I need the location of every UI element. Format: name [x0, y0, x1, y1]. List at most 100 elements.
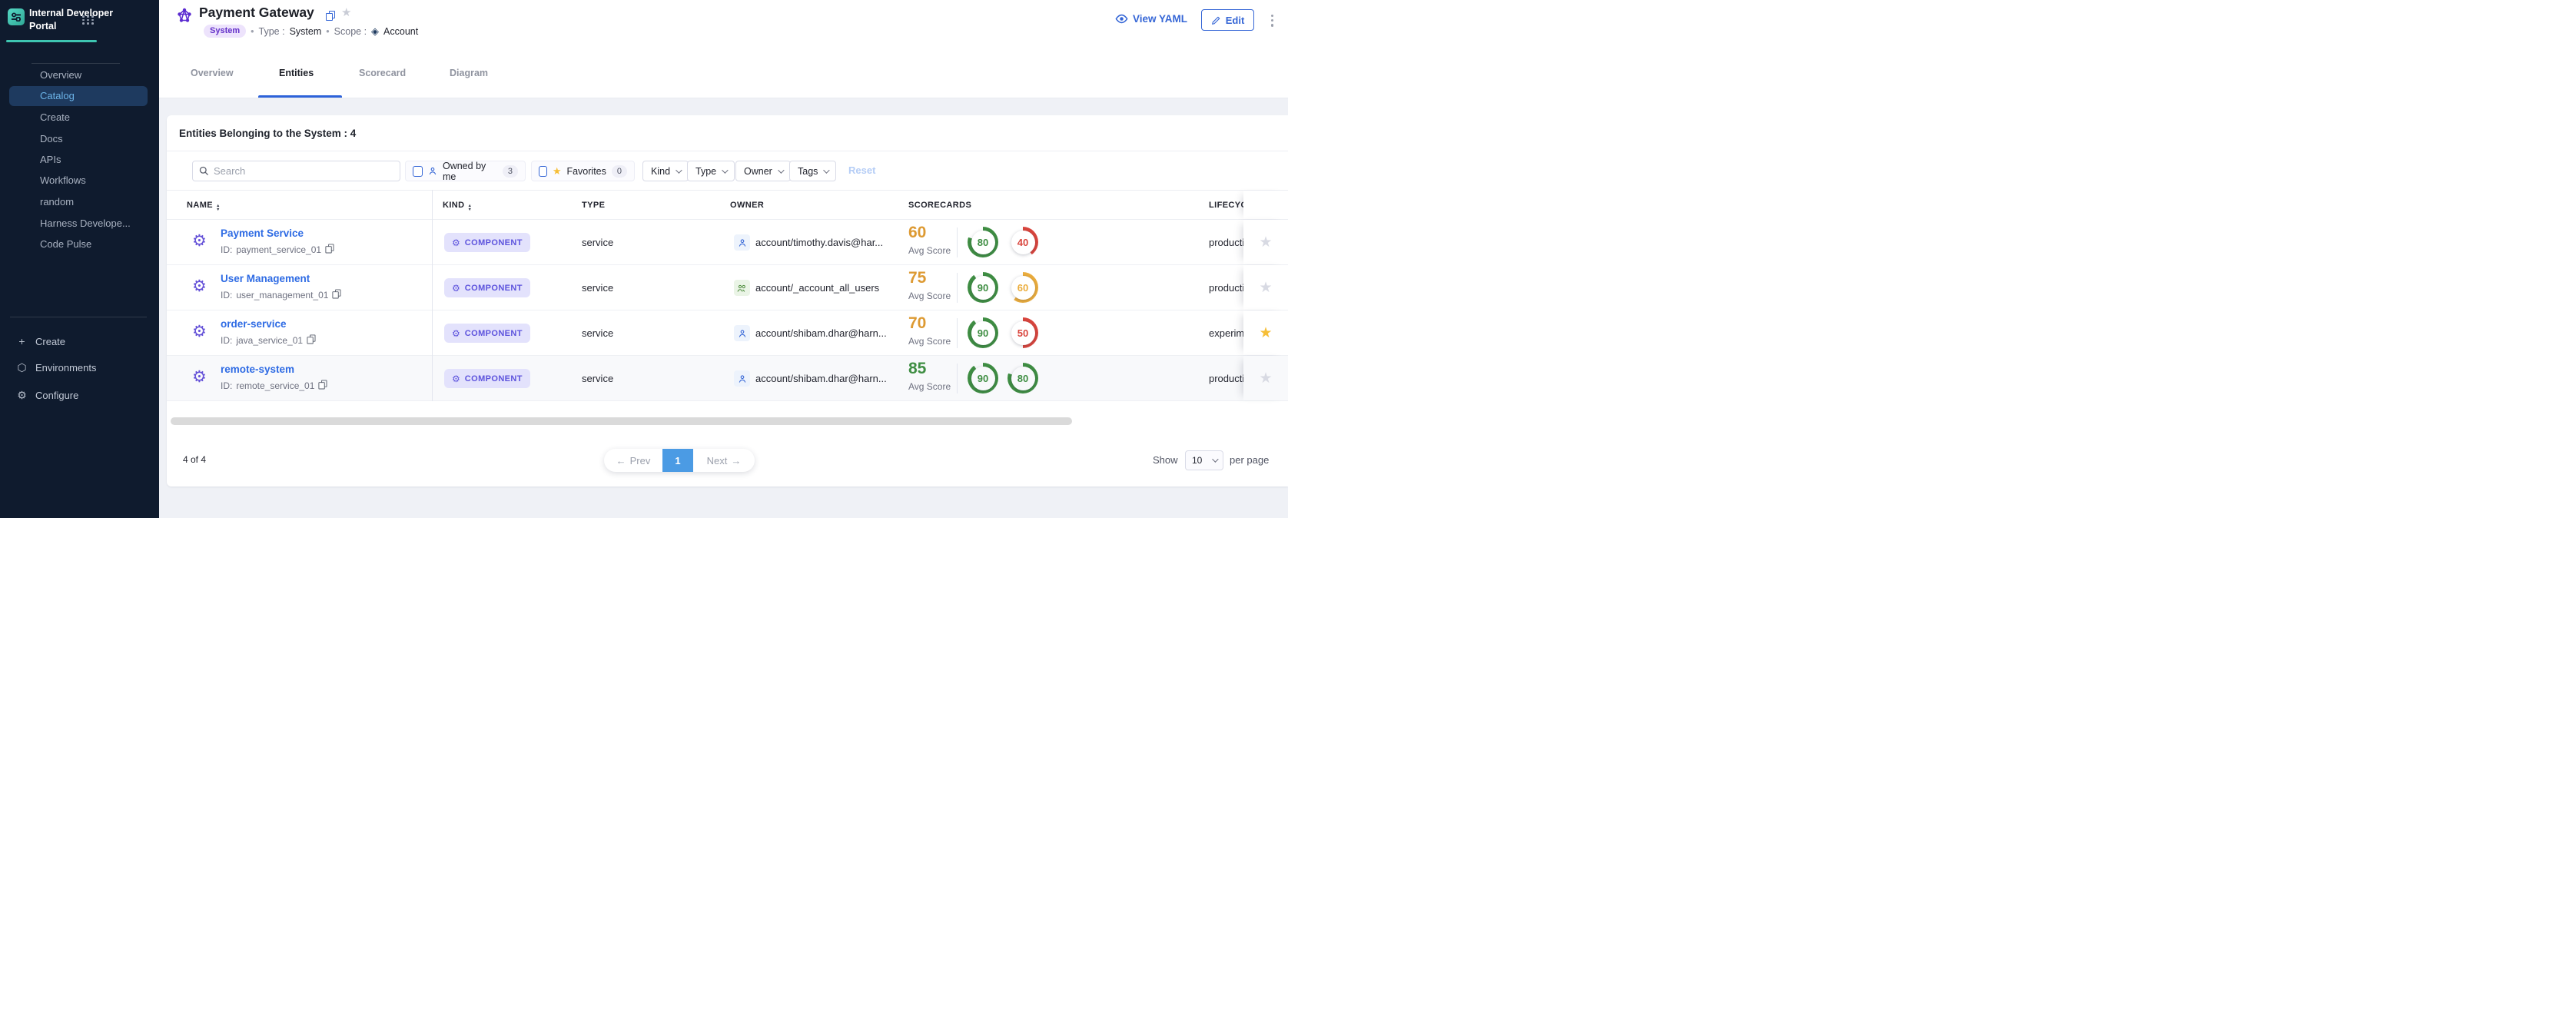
- harness-idp-logo[interactable]: [8, 8, 25, 25]
- sidebar-item-code-pulse[interactable]: Code Pulse: [40, 238, 91, 251]
- entity-name-link[interactable]: User Management: [221, 273, 310, 284]
- favorite-star-cell: ★: [1243, 356, 1288, 400]
- tags-dropdown[interactable]: Tags: [789, 161, 836, 181]
- component-gear-icon: ⚙: [192, 277, 207, 296]
- sidebar-item-workflows[interactable]: Workflows: [40, 174, 86, 187]
- owner-user-icon: [734, 370, 750, 387]
- view-yaml-button[interactable]: View YAML: [1115, 13, 1187, 25]
- show-label: Show: [1153, 454, 1178, 466]
- sidebar-item-create-new[interactable]: + Create: [16, 335, 65, 347]
- chevron-down-icon: [1212, 456, 1218, 462]
- tab-scorecard[interactable]: Scorecard: [359, 68, 406, 78]
- sidebar-item-docs[interactable]: Docs: [40, 133, 63, 145]
- favorite-star-icon[interactable]: ★: [1259, 371, 1272, 386]
- favorite-star-cell: ★: [1243, 265, 1288, 310]
- search-box: [192, 161, 400, 181]
- table-row[interactable]: ⚙ User Management ID:user_management_01 …: [167, 265, 1288, 310]
- lifecycle-cell: experiment: [1209, 327, 1243, 339]
- sidebar-item-apis[interactable]: APIs: [40, 154, 61, 166]
- copy-id-icon[interactable]: [318, 380, 327, 391]
- arrow-left-icon: ←: [616, 455, 626, 467]
- sidebar-item-random[interactable]: random: [40, 196, 74, 208]
- tab-diagram[interactable]: Diagram: [450, 68, 488, 78]
- tab-overview[interactable]: Overview: [191, 68, 234, 78]
- type-cell: service: [582, 373, 613, 384]
- sidebar-divider-top: [32, 63, 120, 64]
- scorecard-ring: 60: [1007, 272, 1038, 303]
- scorecard-ring: 90: [968, 317, 998, 348]
- copy-id-icon[interactable]: [307, 334, 315, 346]
- scorecard-ring: 90: [968, 363, 998, 393]
- favorite-star-cell: ★: [1243, 310, 1288, 355]
- current-page-button[interactable]: 1: [662, 449, 693, 472]
- sidebar-active-highlight: [9, 86, 148, 106]
- kind-badge: System: [204, 25, 246, 38]
- table-row[interactable]: ⚙ remote-system ID:remote_service_01 ⚙ C…: [167, 356, 1288, 401]
- arrow-right-icon: →: [731, 455, 741, 467]
- plus-icon: +: [16, 335, 28, 347]
- entity-name-link[interactable]: order-service: [221, 318, 287, 330]
- type-cell: service: [582, 327, 613, 339]
- app-switcher-icon[interactable]: [82, 15, 95, 25]
- app-root: Internal Developer Portal Overview Catal…: [0, 0, 1288, 518]
- type-cell: service: [582, 237, 613, 248]
- type-dropdown[interactable]: Type: [687, 161, 735, 181]
- avg-score-label: Avg Score: [908, 381, 951, 392]
- sort-icon: ▲▼: [468, 204, 473, 211]
- table-row[interactable]: ⚙ Payment Service ID:payment_service_01 …: [167, 220, 1288, 265]
- tab-entities[interactable]: Entities: [279, 68, 314, 78]
- bullet-separator: •: [251, 26, 254, 37]
- sidebar-item-overview[interactable]: Overview: [40, 69, 81, 81]
- entity-name-link[interactable]: remote-system: [221, 364, 294, 375]
- owner-user-icon: [734, 325, 750, 341]
- horizontal-scrollbar[interactable]: [171, 417, 1072, 425]
- avg-score-label: Avg Score: [908, 245, 951, 256]
- owned-by-me-count-badge: 3: [503, 165, 518, 178]
- kind-dropdown[interactable]: Kind: [642, 161, 689, 181]
- avg-score-value: 85: [908, 360, 926, 378]
- search-input[interactable]: [214, 165, 393, 177]
- gear-icon: ⚙: [452, 284, 460, 293]
- copy-id-icon[interactable]: [332, 289, 340, 301]
- favorite-star-icon[interactable]: ★: [1259, 326, 1272, 340]
- reset-filters-button[interactable]: Reset: [848, 164, 875, 176]
- favorites-checkbox[interactable]: [539, 166, 547, 177]
- edit-button[interactable]: Edit: [1201, 9, 1254, 31]
- sidebar-item-configure[interactable]: ⚙ Configure: [16, 389, 78, 402]
- pencil-icon: [1211, 15, 1221, 25]
- column-header-name[interactable]: NAME▲▼: [187, 201, 221, 211]
- favorite-entity-star-icon[interactable]: ★: [341, 5, 351, 19]
- scorecard-ring: 40: [1007, 227, 1038, 257]
- column-header-kind[interactable]: KIND▲▼: [443, 201, 472, 211]
- bullet-separator: •: [326, 26, 329, 37]
- owned-by-me-checkbox[interactable]: [413, 166, 423, 177]
- chevron-down-icon: [778, 167, 784, 173]
- copy-title-icon[interactable]: [326, 10, 334, 24]
- account-scope-icon: ◈: [371, 25, 379, 38]
- score-divider: [957, 364, 958, 393]
- table-row[interactable]: ⚙ order-service ID:java_service_01 ⚙ COM…: [167, 310, 1288, 356]
- tags-dropdown-label: Tags: [798, 166, 818, 177]
- sidebar-item-harness-developer[interactable]: Harness Develope...: [40, 217, 131, 230]
- entity-name-link[interactable]: Payment Service: [221, 227, 304, 239]
- more-options-kebab-icon[interactable]: [1268, 13, 1276, 28]
- favorites-filter[interactable]: ★ Favorites 0: [531, 161, 635, 181]
- next-page-button[interactable]: Next →: [693, 449, 755, 472]
- prev-page-button[interactable]: ← Prev: [604, 449, 662, 472]
- owned-by-me-filter[interactable]: Owned by me 3: [405, 161, 526, 181]
- favorites-label: Favorites: [566, 166, 606, 177]
- brand-title: Internal Developer Portal: [29, 7, 121, 32]
- avg-score-value: 60: [908, 224, 926, 242]
- favorite-star-icon[interactable]: ★: [1259, 235, 1272, 250]
- sidebar-item-catalog[interactable]: Catalog: [40, 90, 75, 102]
- entity-id: ID:user_management_01: [221, 289, 340, 301]
- copy-id-icon[interactable]: [325, 244, 334, 255]
- next-label: Next: [707, 455, 728, 467]
- sidebar-item-environments[interactable]: ⬡ Environments: [16, 361, 96, 374]
- owner-dropdown[interactable]: Owner: [735, 161, 791, 181]
- score-divider: [957, 227, 958, 257]
- scope-value: Account: [383, 26, 418, 37]
- sidebar-item-create[interactable]: Create: [40, 111, 70, 124]
- page-size-select[interactable]: 10: [1185, 450, 1223, 470]
- favorite-star-icon[interactable]: ★: [1259, 281, 1272, 295]
